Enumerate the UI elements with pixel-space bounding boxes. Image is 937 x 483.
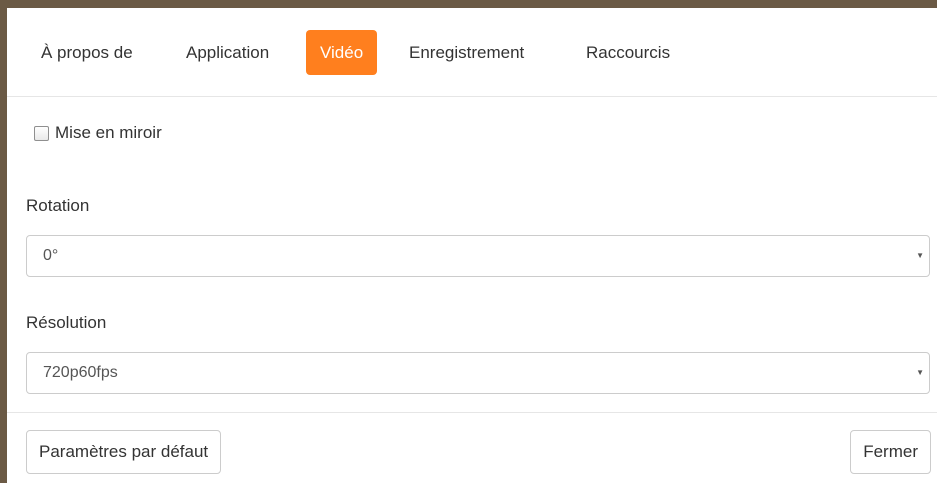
resolution-value: 720p60fps xyxy=(43,364,118,381)
rotation-label: Rotation xyxy=(26,196,90,215)
caret-down-icon: ▼ xyxy=(916,251,924,260)
rotation-value: 0° xyxy=(43,247,59,264)
tab-application[interactable]: Application xyxy=(186,30,269,75)
tab-enregistrement[interactable]: Enregistrement xyxy=(409,30,524,75)
close-button[interactable]: Fermer xyxy=(850,430,931,474)
tab-a-propos[interactable]: À propos de xyxy=(41,30,133,75)
settings-tabs: À propos de Application Vidéo Enregistre… xyxy=(7,8,937,97)
settings-dialog: À propos de Application Vidéo Enregistre… xyxy=(7,8,937,483)
tab-video[interactable]: Vidéo xyxy=(306,30,378,75)
mirror-label: Mise en miroir xyxy=(55,123,162,142)
defaults-button[interactable]: Paramètres par défaut xyxy=(26,430,222,474)
caret-down-icon: ▼ xyxy=(916,368,924,377)
footer-divider xyxy=(7,412,937,413)
tab-raccourcis[interactable]: Raccourcis xyxy=(586,30,670,75)
resolution-label: Résolution xyxy=(26,313,107,332)
rotation-select[interactable]: 0° ▼ xyxy=(26,235,930,277)
mirror-checkbox[interactable] xyxy=(34,125,49,141)
mirror-option[interactable]: Mise en miroir xyxy=(34,121,162,145)
resolution-select[interactable]: 720p60fps ▼ xyxy=(26,352,930,394)
